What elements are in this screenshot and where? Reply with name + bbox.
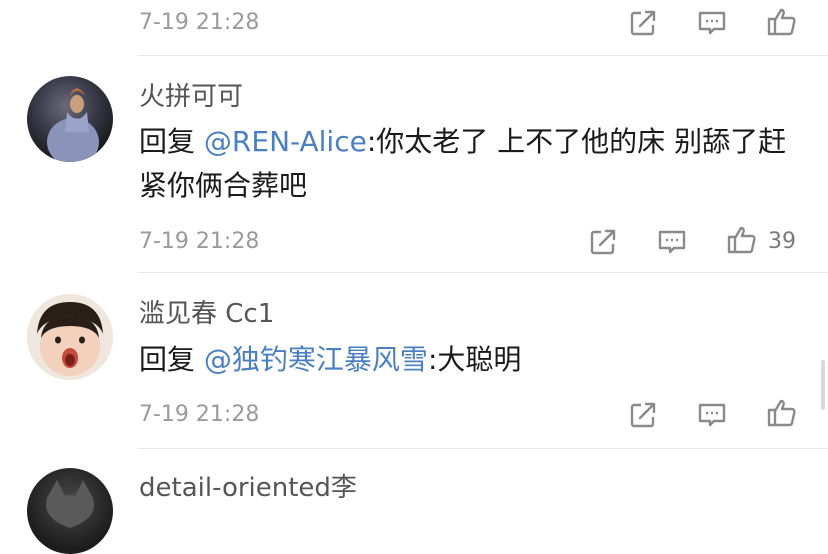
share-button[interactable] [626,6,660,40]
mention-link[interactable]: @独钓寒江暴风雪 [204,343,428,376]
comment-text: 回复 @独钓寒江暴风雪:大聪明 [139,338,809,382]
comment-time: 7-19 21:28 [139,402,260,427]
comment-button[interactable] [695,6,729,40]
comment-item: 7-19 21:28 [0,0,828,60]
comment-button[interactable] [695,398,729,432]
thumbs-up-icon [727,226,756,254]
share-button[interactable] [626,398,660,432]
reply-prefix: 回复 [139,343,196,376]
share-icon [590,229,616,255]
avatar[interactable] [27,294,113,380]
avatar-image [45,480,95,528]
comment-icon [698,11,726,35]
comment-time: 7-19 21:28 [139,229,260,254]
like-button[interactable] [725,223,759,257]
reply-prefix: 回复 [139,125,196,158]
like-count: 39 [768,229,796,254]
avatar[interactable] [27,468,113,554]
thumbs-up-icon [767,399,796,427]
scrollbar[interactable] [821,360,825,410]
like-button[interactable] [765,5,799,39]
share-icon [630,402,656,428]
divider [138,272,828,273]
comment-text: 回复 @REN-Alice:你太老了 上不了他的床 别舔了赶紧你俩合葬吧 [139,120,809,208]
share-button[interactable] [586,225,620,259]
avatar-image [47,88,99,162]
comment-button[interactable] [655,225,689,259]
comment-icon [698,403,726,427]
user-name[interactable]: 滥见春 Cc1 [139,297,274,331]
comment-time: 7-19 21:28 [139,10,260,35]
avatar[interactable] [27,76,113,162]
mention-link[interactable]: @REN-Alice [204,125,367,158]
divider [138,448,828,449]
user-name[interactable]: 火拼可可 [139,80,243,114]
user-name[interactable]: detail-oriented李 [139,471,357,505]
divider [138,55,828,56]
share-icon [630,10,656,36]
comment-icon [658,230,686,254]
avatar-image [27,294,113,380]
comment-body: :大聪明 [427,343,522,376]
like-button[interactable] [765,396,799,430]
thumbs-up-icon [767,8,796,36]
